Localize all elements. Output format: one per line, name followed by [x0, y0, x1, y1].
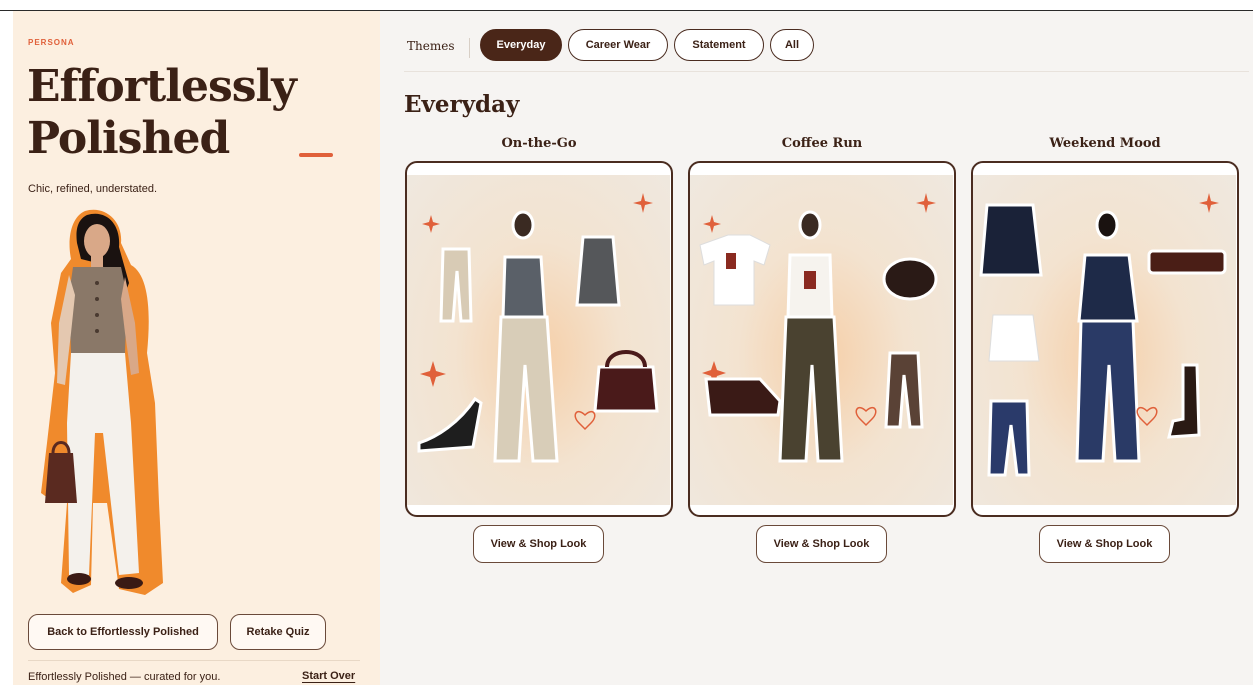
look-collage	[973, 175, 1236, 505]
start-over-link[interactable]: Start Over	[302, 670, 355, 682]
persona-title: Effortlessly Polished	[27, 61, 297, 164]
look-card-weekend-mood[interactable]	[971, 161, 1239, 517]
view-shop-look-button[interactable]: View & Shop Look	[473, 525, 604, 563]
sparkle-icon	[422, 215, 440, 233]
footer-text: Effortlessly Polished — curated for you.	[28, 671, 221, 683]
look-collage	[407, 175, 670, 505]
view-shop-look-button[interactable]: View & Shop Look	[756, 525, 887, 563]
heart-icon	[1136, 407, 1158, 427]
heart-icon	[574, 411, 596, 431]
tab-all[interactable]: All	[770, 29, 814, 61]
sparkle-icon	[633, 193, 653, 213]
look-card-on-the-go[interactable]	[405, 161, 673, 517]
retake-quiz-button[interactable]: Retake Quiz	[230, 614, 326, 650]
heart-icon	[855, 407, 877, 427]
tab-everyday[interactable]: Everyday	[480, 29, 562, 61]
section-title: Everyday	[404, 91, 520, 118]
look-card-coffee-run[interactable]	[688, 161, 956, 517]
back-to-persona-button[interactable]: Back to Effortlessly Polished	[28, 614, 218, 650]
sparkle-icon	[420, 361, 446, 387]
sparkle-icon	[1199, 193, 1219, 213]
looks-panel: Themes Everyday Career Wear Statement Al…	[380, 11, 1253, 685]
tab-career-wear[interactable]: Career Wear	[568, 29, 668, 61]
persona-panel: PERSONA Effortlessly Polished Chic, refi…	[13, 11, 380, 685]
persona-illustration	[41, 209, 163, 595]
look-title-weekend-mood: Weekend Mood	[1049, 136, 1161, 151]
themes-divider	[469, 38, 470, 58]
header-divider	[404, 71, 1249, 72]
tab-statement[interactable]: Statement	[674, 29, 764, 61]
sparkle-icon	[703, 215, 721, 233]
look-collage-art	[699, 193, 938, 463]
persona-subtitle: Chic, refined, understated.	[28, 183, 158, 195]
accent-dash	[299, 153, 333, 157]
view-shop-look-button[interactable]: View & Shop Look	[1039, 525, 1170, 563]
sparkle-icon	[916, 193, 936, 213]
themes-label: Themes	[407, 39, 455, 53]
look-title-on-the-go: On-the-Go	[501, 136, 577, 151]
footer-divider	[28, 660, 360, 661]
look-collage-art	[417, 193, 659, 463]
look-collage	[690, 175, 953, 505]
look-collage-art	[979, 193, 1227, 477]
look-title-coffee-run: Coffee Run	[781, 136, 863, 151]
persona-label: PERSONA	[28, 38, 75, 47]
